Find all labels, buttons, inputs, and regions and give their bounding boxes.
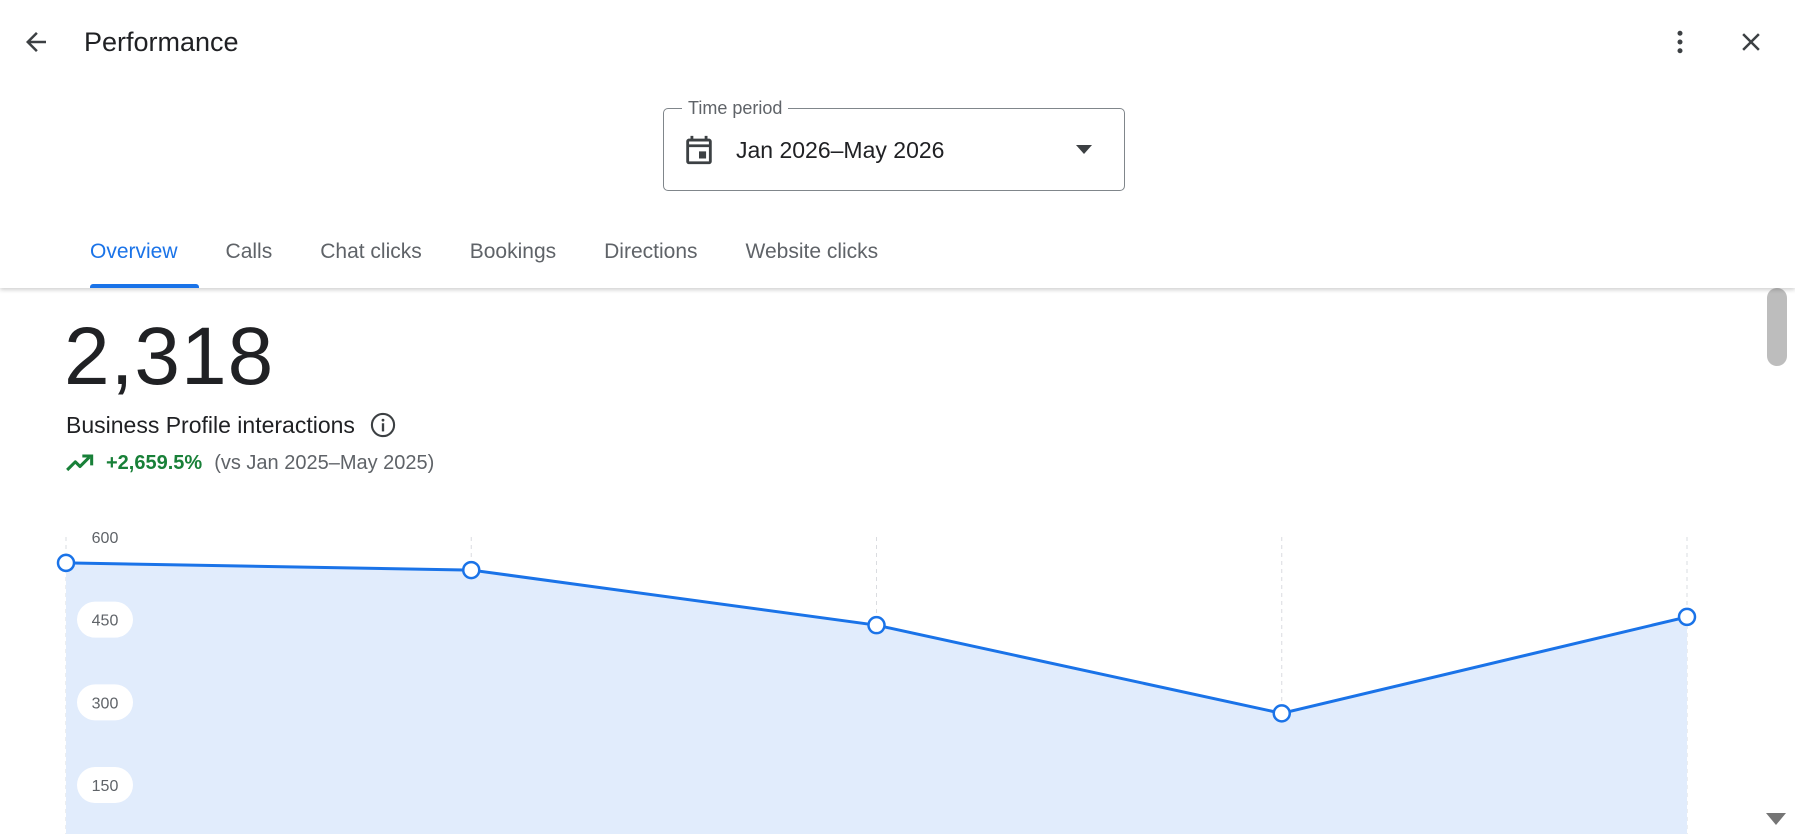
scrollbar-track[interactable] (1764, 288, 1795, 834)
y-tick: 300 (77, 684, 133, 721)
tab-overview[interactable]: Overview (66, 222, 202, 288)
metric-tabs: Overview Calls Chat clicks Bookings Dire… (66, 222, 902, 288)
chart-point[interactable] (1272, 704, 1291, 723)
y-tick-label: 300 (92, 695, 119, 712)
tab-directions[interactable]: Directions (580, 222, 721, 288)
metric-label: Business Profile interactions (66, 410, 397, 440)
metric-label-text: Business Profile interactions (66, 412, 355, 438)
more-options-button[interactable] (1656, 18, 1704, 66)
performance-panel: Performance Time period Jan 2026–May 202… (0, 0, 1795, 834)
total-interactions-value: 2,318 (64, 311, 275, 402)
info-icon[interactable] (369, 411, 397, 439)
chart-point[interactable] (462, 560, 481, 580)
chart-point[interactable] (867, 615, 886, 635)
chart-point[interactable] (56, 553, 76, 573)
page-title: Performance (84, 27, 239, 57)
calendar-icon (686, 135, 712, 165)
comparison-period: (vs Jan 2025–May 2025) (214, 452, 435, 474)
time-period-value: Jan 2026–May 2026 (736, 137, 945, 163)
tab-calls[interactable]: Calls (202, 222, 297, 288)
dropdown-arrow-icon (1076, 145, 1092, 154)
y-tick: 150 (77, 767, 133, 803)
chart-point[interactable] (1677, 607, 1697, 627)
change-percentage: +2,659.5% (106, 452, 203, 474)
y-tick: 450 (77, 601, 133, 638)
scrollbar-thumb[interactable] (1767, 288, 1787, 366)
time-period-select[interactable]: Time period Jan 2026–May 2026 (663, 97, 1125, 191)
interactions-chart: 600 450 300 150 (56, 530, 1697, 834)
trending-up-icon (66, 454, 94, 472)
scroll-down-arrow-icon[interactable] (1765, 812, 1787, 826)
y-tick-label: 600 (92, 530, 119, 547)
tab-website-clicks[interactable]: Website clicks (722, 222, 903, 288)
time-period-label: Time period (682, 97, 789, 119)
overview-content: 2,318 Business Profile interactions +2,6… (0, 288, 1764, 834)
y-tick-label: 150 (92, 778, 119, 795)
change-row: +2,659.5% (vs Jan 2025–May 2025) (66, 450, 434, 476)
y-tick: 600 (92, 530, 119, 547)
arrow-back-icon (26, 32, 46, 52)
y-tick-label: 450 (92, 613, 119, 630)
back-button[interactable] (12, 18, 60, 66)
close-button[interactable] (1727, 18, 1775, 66)
close-icon (1742, 33, 1760, 51)
tab-bookings[interactable]: Bookings (446, 222, 580, 288)
more-vert-icon (1677, 30, 1683, 54)
performance-header: Performance Time period Jan 2026–May 202… (0, 0, 1795, 288)
tab-chat-clicks[interactable]: Chat clicks (296, 222, 446, 288)
